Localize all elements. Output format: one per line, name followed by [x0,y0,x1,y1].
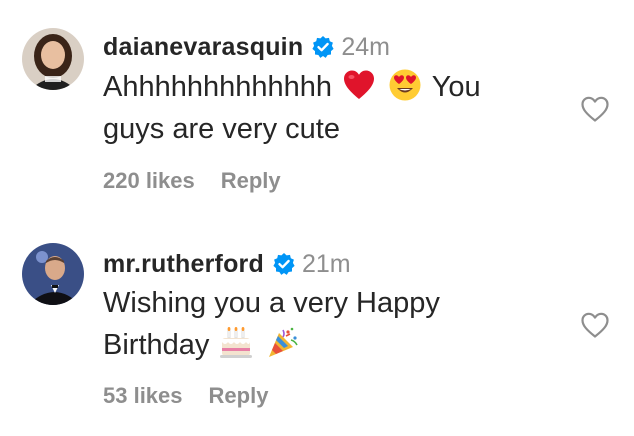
comment-text-part: Birthday [103,329,210,361]
comment-line: Birthday [103,324,543,366]
comment-line: Ahhhhhhhhhhhhh You [103,66,543,108]
comment-text-part: You [431,71,481,103]
timestamp: 21m [301,249,351,278]
verified-badge-icon [272,252,296,276]
likes-count[interactable]: 53 likes [103,383,183,409]
red-heart-emoji-icon [342,68,376,102]
timestamp: 24m [341,32,390,61]
reply-button[interactable]: Reply [221,168,281,194]
comment-meta: 53 likes Reply [103,381,268,411]
avatar[interactable] [22,243,84,305]
heart-eyes-face-emoji-icon [388,68,422,102]
comment-text-part: Ahhhhhhhhhhhhh [103,71,333,103]
comment-meta: 220 likes Reply [103,166,281,196]
party-popper-emoji-icon [266,326,300,360]
comment-item: daianevarasquin 24m Ahhhhhhhhhhhhh You g… [0,0,634,215]
avatar[interactable] [22,28,84,90]
heart-outline-icon[interactable] [580,311,610,339]
comment-header: daianevarasquin 24m [103,30,390,64]
comment-text: Wishing you a very Happy Birthday [103,282,543,366]
comment-text: Ahhhhhhhhhhhhh You guys are very cute [103,66,543,150]
comment-header: mr.rutherford 21m [103,247,351,281]
verified-badge-icon [311,35,335,59]
comment-item: mr.rutherford 21m Wishing you a very Hap… [0,215,634,436]
comment-line: guys are very cute [103,113,340,145]
heart-outline-icon[interactable] [580,95,610,123]
birthday-cake-emoji-icon [219,326,253,360]
username[interactable]: daianevarasquin [103,33,303,62]
username[interactable]: mr.rutherford [103,250,264,279]
comment-line: Wishing you a very Happy [103,287,440,319]
likes-count[interactable]: 220 likes [103,168,195,194]
reply-button[interactable]: Reply [209,383,269,409]
